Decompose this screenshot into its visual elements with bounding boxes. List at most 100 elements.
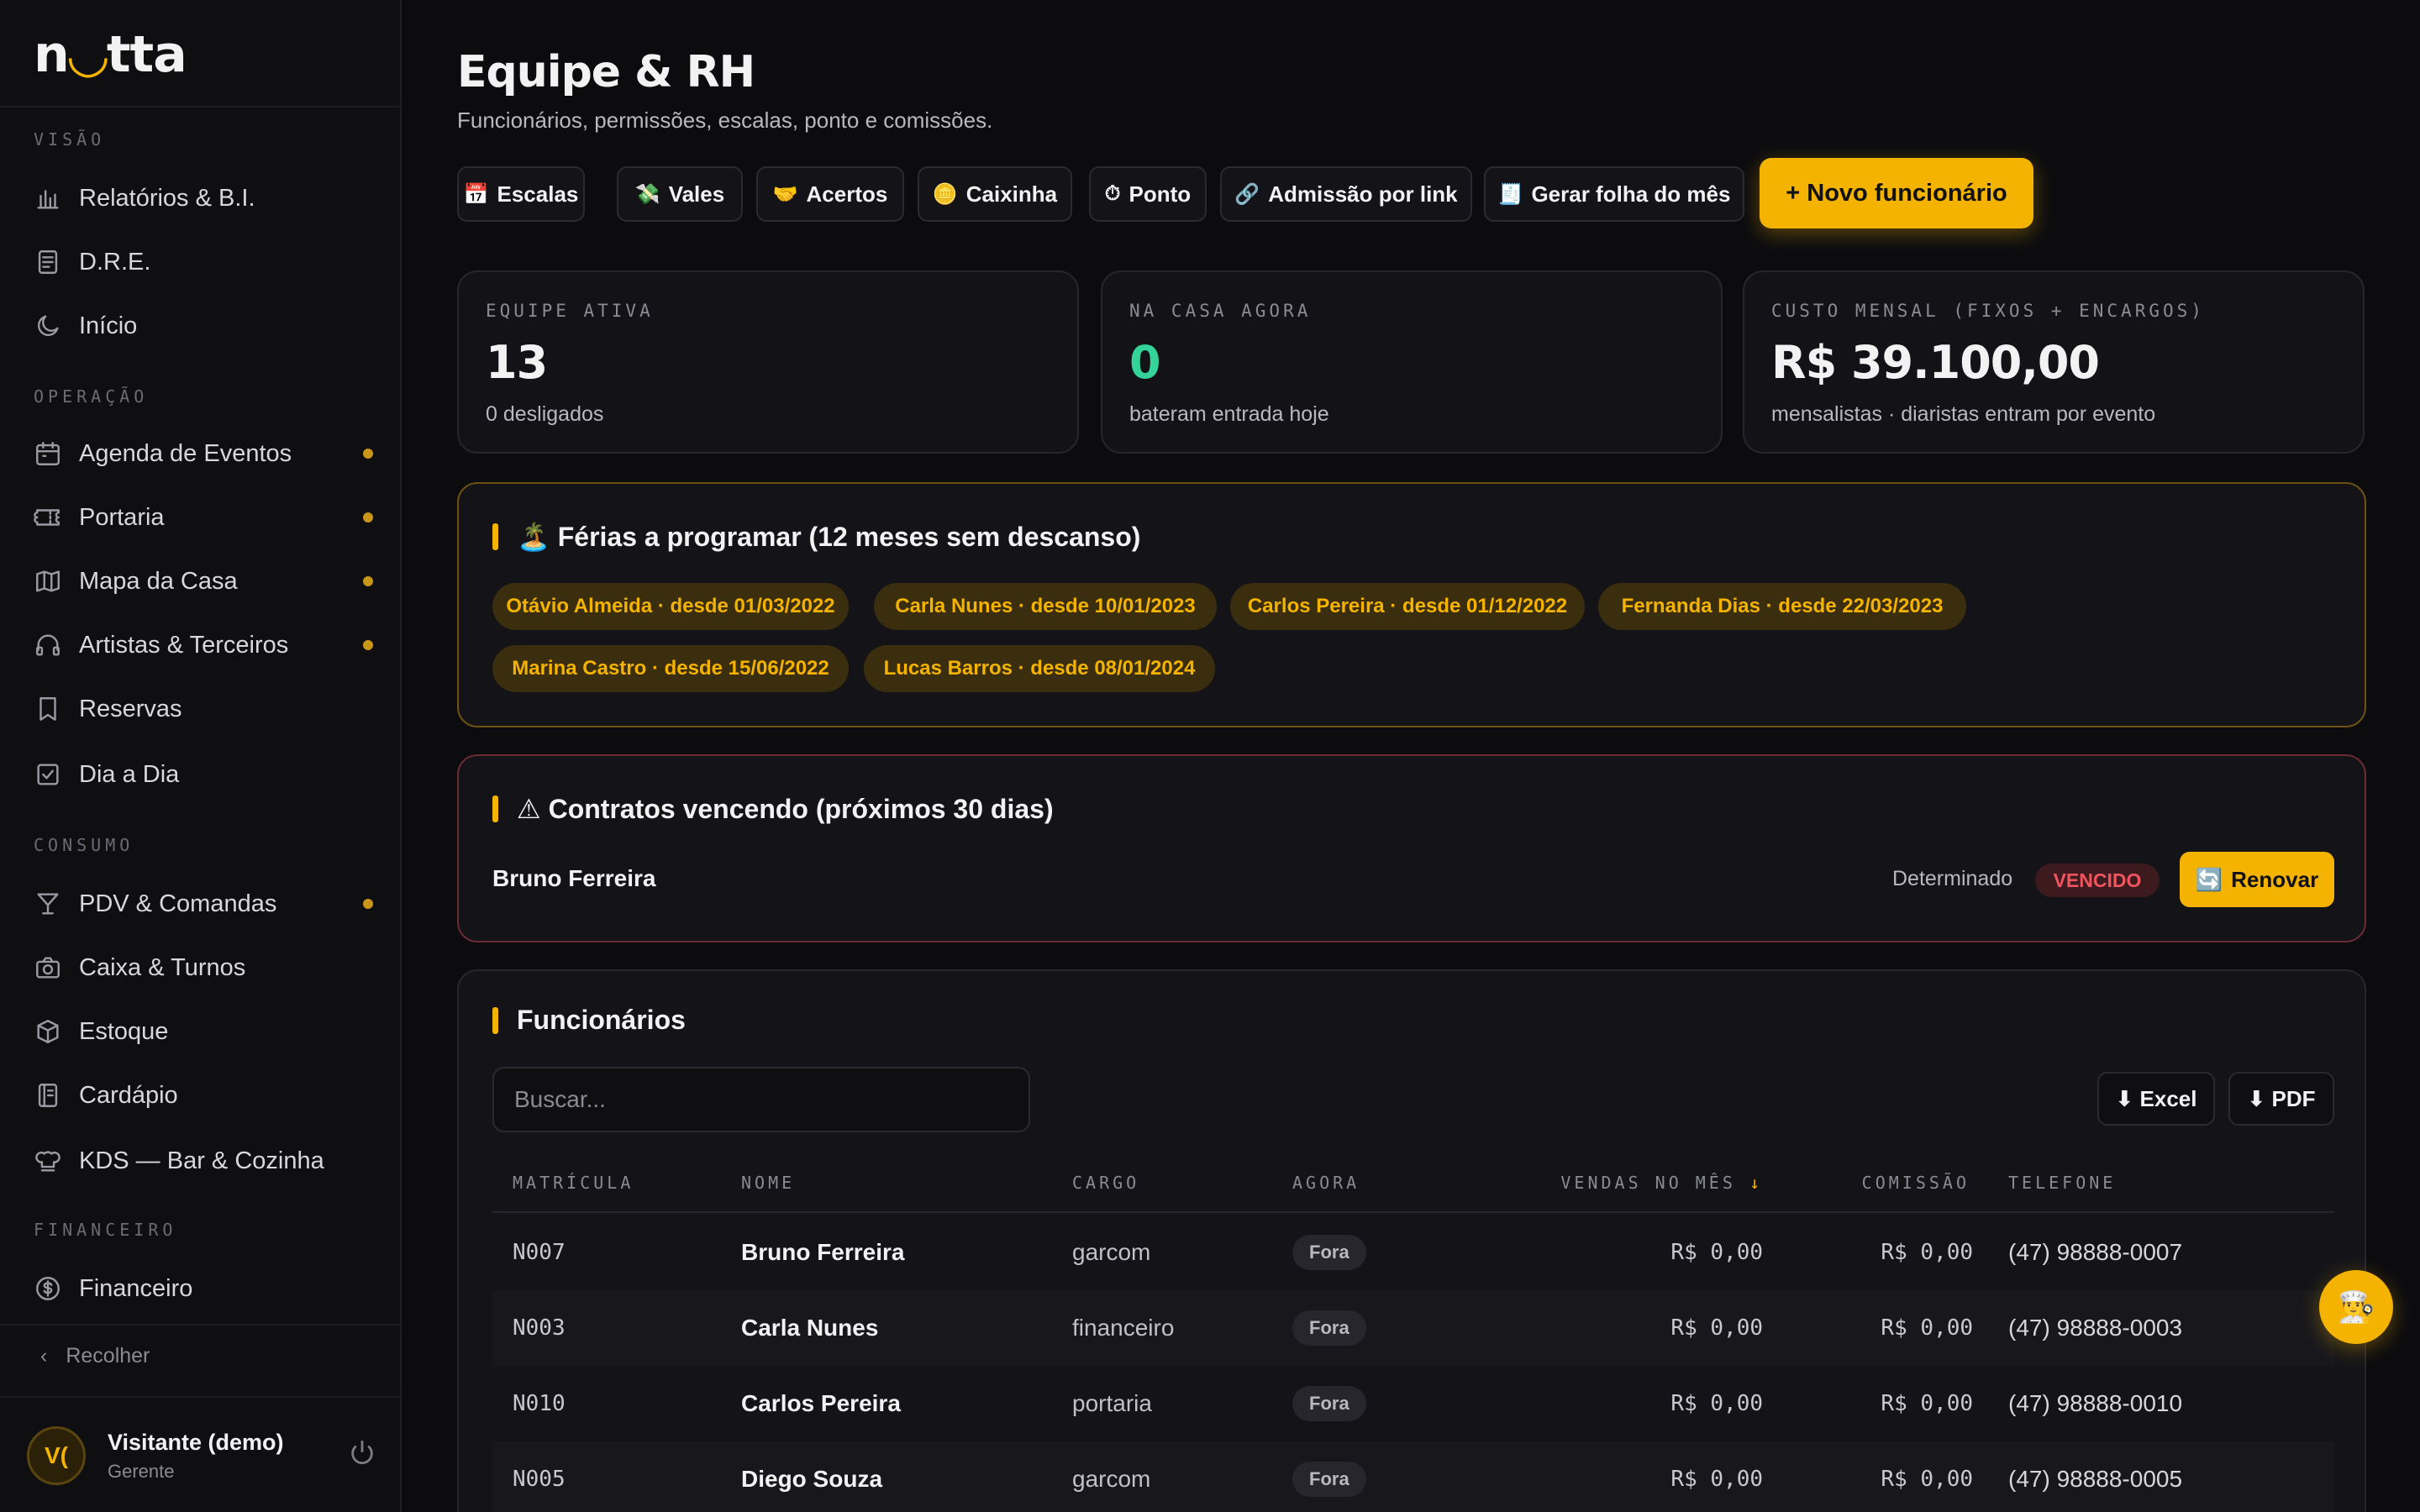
sidebar-item-artistas-terceiros[interactable]: Artistas & Terceiros	[34, 620, 373, 670]
accent-bar	[492, 795, 498, 822]
sidebar-item-label: Artistas & Terceiros	[79, 631, 289, 659]
table-row[interactable]: N010 Carlos Pereira portaria Fora R$ 0,00 R$ …	[492, 1366, 2334, 1441]
sidebar-item-dia-a-dia[interactable]: Dia a Dia	[34, 749, 373, 800]
sidebar-item-caixa-turnos[interactable]: Caixa & Turnos	[34, 942, 373, 993]
sidebar-item-in-cio[interactable]: Início	[34, 301, 373, 351]
brand-logo[interactable]: n◡tta	[34, 25, 187, 84]
vacation-pill[interactable]: Marina Castro · desde 15/06/2022	[492, 645, 849, 692]
sidebar-item-financeiro[interactable]: Financeiro	[34, 1263, 373, 1314]
chef-assistant-button[interactable]: 👨‍🍳	[2319, 1270, 2393, 1344]
chef-hat-icon	[34, 1147, 62, 1175]
vacation-pill[interactable]: Lucas Barros · desde 08/01/2024	[864, 645, 1215, 692]
sidebar-item-kds-bar-cozinha[interactable]: KDS — Bar & Cozinha	[34, 1136, 373, 1186]
cell-cargo: financeiro	[1072, 1315, 1175, 1341]
sidebar-item-estoque[interactable]: Estoque	[34, 1006, 373, 1057]
column-header-agora[interactable]: AGORA	[1292, 1173, 1360, 1193]
cell-matricula: N010	[513, 1391, 566, 1416]
contracts-card-title: ⚠ Contratos vencendo (próximos 30 dias)	[492, 793, 1054, 825]
checkbox-icon	[34, 760, 62, 789]
sidebar-item-label: Reservas	[79, 695, 182, 722]
action-admissao-por-link-button[interactable]: 🔗 Admissão por link	[1220, 166, 1472, 222]
sidebar-item-label: Agenda de Eventos	[79, 439, 292, 467]
user-profile[interactable]: V( Visitante (demo) Gerente	[27, 1426, 284, 1485]
calendar-icon	[34, 439, 62, 468]
cell-nome[interactable]: Bruno Ferreira	[741, 1215, 905, 1290]
column-header-vendas[interactable]: VENDAS NO MÊS ↓	[1560, 1173, 1760, 1193]
action-icon: 🧾	[1497, 182, 1523, 206]
camera-icon	[34, 953, 62, 982]
section-label-operacao: OPERAÇÃO	[34, 386, 149, 407]
contracts-title-text: ⚠ Contratos vencendo (próximos 30 dias)	[517, 794, 1054, 824]
vacation-title-text: 🏝️ Férias a programar (12 meses sem desc…	[517, 522, 1141, 552]
cell-matricula: N007	[513, 1240, 566, 1265]
column-header-telefone[interactable]: TELEFONE	[2008, 1173, 2116, 1193]
power-icon[interactable]	[348, 1438, 376, 1467]
action-caixinha-button[interactable]: 🪙 Caixinha	[918, 166, 1072, 222]
sidebar-item-label: Início	[79, 312, 138, 339]
dollar-icon	[34, 1274, 62, 1303]
sidebar-item-mapa-da-casa[interactable]: Mapa da Casa	[34, 556, 373, 606]
vacation-pill[interactable]: Carlos Pereira · desde 01/12/2022	[1230, 583, 1585, 630]
vacation-pill[interactable]: Fernanda Dias · desde 22/03/2023	[1598, 583, 1966, 630]
action-label: Caixinha	[965, 181, 1058, 207]
renew-button[interactable]: 🔄 Renovar	[2180, 852, 2334, 907]
vacation-pill[interactable]: Carla Nunes · desde 10/01/2023	[874, 583, 1217, 630]
box-icon	[34, 1017, 62, 1046]
contract-type: Determinado	[1892, 867, 2013, 890]
table-row[interactable]: N007 Bruno Ferreira garcom Fora R$ 0,00 R$ 0,…	[492, 1215, 2334, 1290]
column-header-cargo[interactable]: CARGO	[1072, 1173, 1139, 1193]
column-header-matricula[interactable]: MATRÍCULA	[513, 1173, 634, 1193]
table-row[interactable]: N003 Carla Nunes financeiro Fora R$ 0,00 R$ 0…	[492, 1290, 2334, 1366]
export-excel-button[interactable]: ⬇ Excel	[2097, 1072, 2215, 1126]
refresh-icon: 🔄	[2195, 866, 2223, 892]
sidebar-item-label: Financeiro	[79, 1274, 193, 1302]
sidebar-item-d-r-e[interactable]: D.R.E.	[34, 237, 373, 287]
action-icon: 🤝	[772, 182, 798, 206]
notification-dot	[363, 512, 373, 522]
contract-employee-name[interactable]: Bruno Ferreira	[492, 865, 656, 892]
action-escalas-button[interactable]: 📅 Escalas	[457, 166, 585, 222]
action-gerar-folha-do-mes-button[interactable]: 🧾 Gerar folha do mês	[1484, 166, 1744, 222]
column-header-nome[interactable]: NOME	[741, 1173, 795, 1193]
action-label: Ponto	[1128, 181, 1192, 207]
export-pdf-button[interactable]: ⬇ PDF	[2228, 1072, 2334, 1126]
column-header-comissao[interactable]: COMISSÃO	[1862, 1173, 1970, 1193]
stat-value: 13	[486, 336, 548, 389]
sidebar: n◡tta VISÃO OPERAÇÃO CONSUMO FINANCEIRO …	[0, 0, 402, 1512]
presence-badge: Fora	[1292, 1310, 1366, 1346]
accent-bar	[492, 523, 498, 550]
action-ponto-button[interactable]: ⏱ Ponto	[1089, 166, 1207, 222]
cell-vendas: R$ 0,00	[1670, 1240, 1763, 1265]
cell-nome[interactable]: Diego Souza	[741, 1441, 882, 1512]
table-row[interactable]: N005 Diego Souza garcom Fora R$ 0,00 R$ 0,00 (…	[492, 1441, 2334, 1512]
stat-value: R$ 39.100,00	[1771, 336, 2100, 389]
presence-badge: Fora	[1292, 1235, 1366, 1270]
sidebar-item-card-pio[interactable]: Cardápio	[34, 1070, 373, 1121]
sidebar-item-reservas[interactable]: Reservas	[34, 684, 373, 734]
cell-cargo: portaria	[1072, 1390, 1152, 1416]
notification-dot	[363, 576, 373, 586]
collapse-sidebar-button[interactable]: ‹ Recolher	[40, 1344, 150, 1368]
stat-note: bateram entrada hoje	[1129, 402, 1329, 426]
notification-dot	[363, 899, 373, 909]
moon-icon	[34, 312, 62, 340]
cell-nome[interactable]: Carla Nunes	[741, 1290, 878, 1366]
ticket-icon	[34, 503, 62, 532]
sidebar-item-portaria[interactable]: Portaria	[34, 492, 373, 543]
menu-book-icon	[34, 1081, 62, 1110]
search-input[interactable]	[492, 1067, 1030, 1132]
cell-nome[interactable]: Carlos Pereira	[741, 1366, 901, 1441]
action-label: Admissão por link	[1268, 181, 1458, 207]
new-employee-button[interactable]: + Novo funcionário	[1760, 158, 2033, 228]
sidebar-item-pdv-comandas[interactable]: PDV & Comandas	[34, 879, 373, 929]
sidebar-divider	[0, 106, 402, 108]
action-vales-button[interactable]: 💸 Vales	[617, 166, 743, 222]
vacation-pill[interactable]: Otávio Almeida · desde 01/03/2022	[492, 583, 849, 630]
presence-badge: Fora	[1292, 1386, 1366, 1421]
sidebar-item-relat-rios-b-i[interactable]: Relatórios & B.I.	[34, 173, 373, 223]
action-acertos-button[interactable]: 🤝 Acertos	[756, 166, 904, 222]
stat-note: 0 desligados	[486, 402, 604, 426]
sidebar-item-agenda-de-eventos[interactable]: Agenda de Eventos	[34, 428, 373, 479]
stat-card: CUSTO MENSAL (FIXOS + ENCARGOS) R$ 39.100…	[1743, 270, 2365, 454]
sort-arrow-icon: ↓	[1749, 1173, 1760, 1193]
